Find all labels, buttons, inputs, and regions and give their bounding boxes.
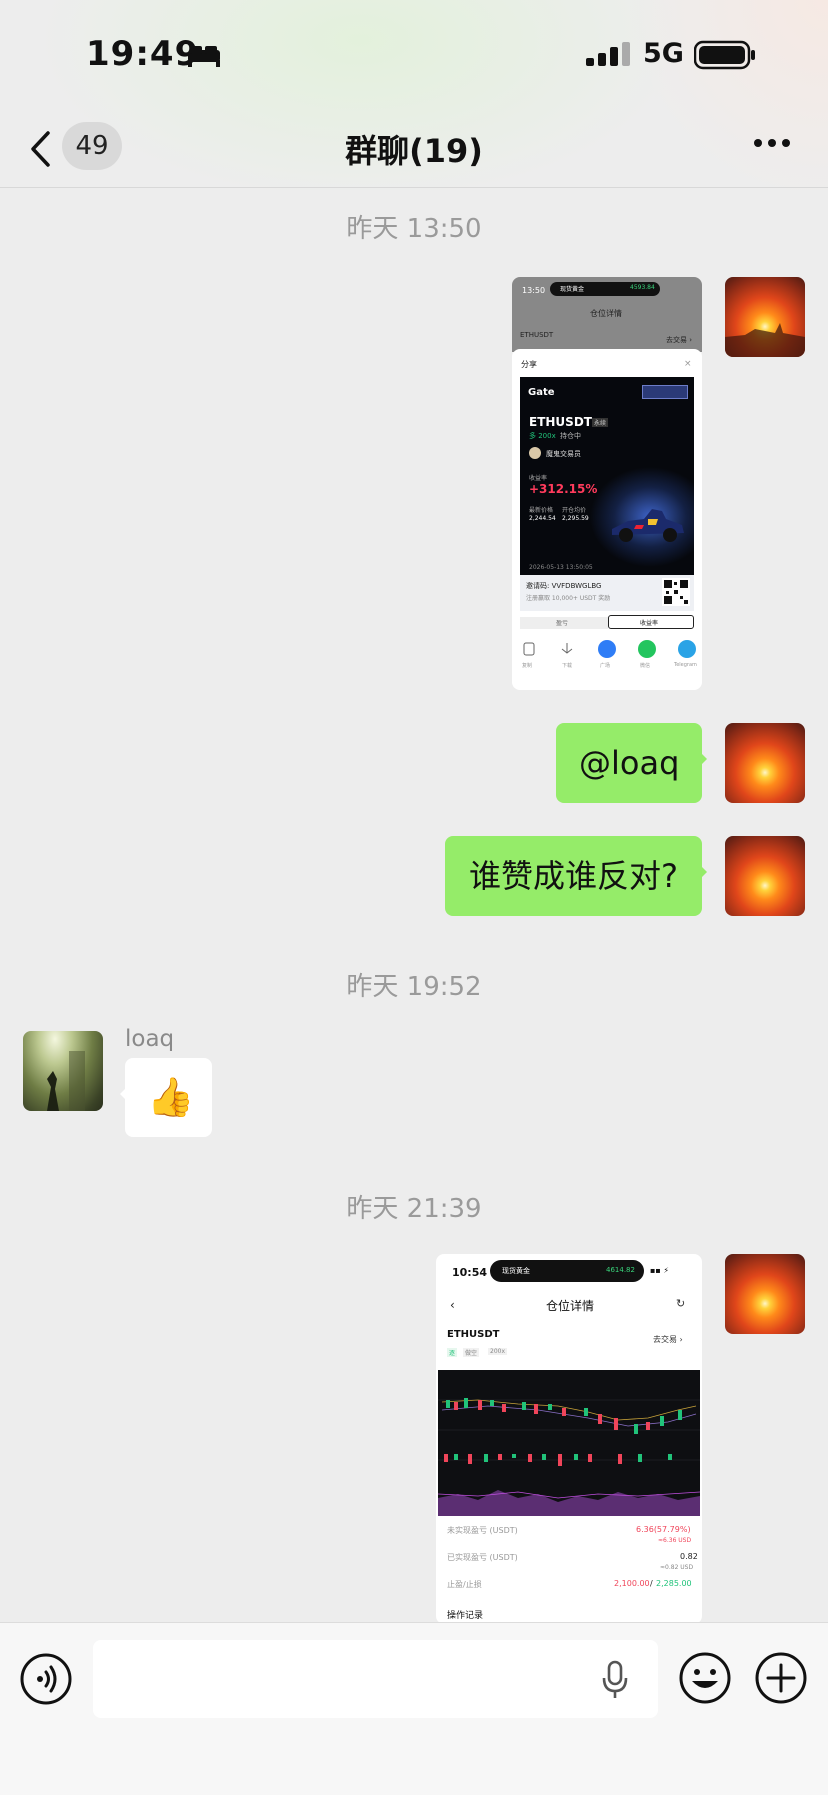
poster-latest: 2,244.54	[529, 515, 556, 522]
position-tag-side: 做空	[463, 1348, 480, 1357]
qr-code-icon	[662, 578, 690, 606]
chat-title: 群聊(19)	[345, 132, 483, 170]
shared-screenshot-image[interactable]: 13:50 现货黄金 4593.84 仓位详情 ETHUSDT 去交易 › 分享…	[512, 277, 702, 690]
status-time: 19:49	[86, 34, 200, 74]
status-bar: 19:49 5G	[0, 0, 828, 110]
tp-value: 2,100.00	[614, 1579, 650, 1588]
my-avatar[interactable]	[725, 723, 805, 803]
message-bubble-thumbs[interactable]: 👍	[120, 1058, 212, 1137]
operation-records: 操作记录	[447, 1611, 484, 1621]
poster-trader: 魔鬼交易员	[546, 450, 581, 458]
share-poster: Gate ETHUSDT 永续 多 200x 持仓中 魔鬼交易员 收益率 +31…	[520, 377, 694, 575]
position-screenshot-image[interactable]: 10:54 现货黄金 4614.82 ▪▪ ⚡ ‹ 仓位详情 ↻ ETHUSDT…	[436, 1254, 702, 1624]
invite-note: 注册赢取 10,000+ USDT 奖励	[526, 595, 611, 602]
poster-open: 2,295.59	[562, 515, 589, 522]
network-type: 5G	[643, 38, 684, 69]
chat-input-bar	[0, 1622, 828, 1795]
poster-roi-label: 收益率	[529, 475, 548, 482]
tab-roi: 收益率	[640, 620, 659, 627]
message-text: 谁赞成谁反对?	[469, 857, 678, 895]
action-telegram: Telegram	[674, 662, 697, 668]
position-tag-leverage: 200x	[488, 1348, 508, 1355]
avatar-silhouette-icon	[725, 323, 805, 357]
more-icon[interactable]	[752, 136, 792, 150]
battery-icon	[694, 40, 755, 70]
island-value: 4593.84	[630, 284, 655, 291]
island-label: 现货黄金	[560, 286, 585, 293]
timestamp: 昨天 13:50	[346, 214, 482, 244]
timestamp: 昨天 19:52	[346, 972, 482, 1002]
tpsl-label: 止盈/止损	[447, 1580, 482, 1589]
emoji-icon[interactable]	[678, 1651, 732, 1705]
poster-date: 2026-05-13 13:50:05	[529, 564, 593, 571]
sleep-focus-icon	[188, 46, 220, 67]
my-avatar[interactable]	[725, 277, 805, 357]
shot-time: 10:54	[452, 1266, 488, 1279]
cellular-signal-icon	[586, 42, 630, 66]
sl-value: 2,285.00	[656, 1579, 692, 1588]
share-close-icon: ×	[684, 359, 692, 369]
loaq-avatar[interactable]	[23, 1031, 103, 1111]
race-car-icon	[612, 509, 684, 542]
action-square: 广场	[600, 663, 611, 669]
island-value: 4614.82	[606, 1266, 635, 1274]
unrealized-usd: ≈6.36 USD	[658, 1537, 692, 1544]
shot-pair: ETHUSDT	[520, 331, 554, 339]
poster-pair-tag: 永续	[592, 418, 609, 427]
poster-holding: 持仓中	[560, 432, 581, 440]
plus-icon[interactable]	[754, 1651, 808, 1705]
poster-roi: +312.15%	[529, 482, 598, 496]
my-avatar[interactable]	[725, 1254, 805, 1334]
timestamp: 昨天 21:39	[346, 1194, 482, 1224]
poster-open-label: 开仓均价	[562, 507, 587, 514]
realized-usd: ≈0.82 USD	[660, 1564, 694, 1571]
message-bubble-question[interactable]: 谁赞成谁反对?	[445, 836, 707, 916]
position-pair: ETHUSDT	[447, 1329, 500, 1340]
share-title: 分享	[521, 360, 537, 369]
action-wechat: 微信	[640, 663, 651, 669]
message-input[interactable]	[93, 1640, 658, 1718]
shot-back-icon: ‹	[450, 1298, 455, 1312]
thumbs-up-icon: 👍	[147, 1075, 195, 1119]
tpsl-separator: /	[650, 1579, 653, 1588]
brand-logo: Gate	[528, 387, 555, 398]
tab-pnl: 盈亏	[556, 620, 569, 627]
poster-pair: ETHUSDT	[529, 415, 592, 429]
realized-value: 0.82	[680, 1552, 698, 1561]
shot-go-trade: 去交易 ›	[666, 336, 693, 344]
shot-header: 仓位详情	[590, 309, 622, 318]
sender-name: loaq	[125, 1026, 175, 1052]
refresh-icon: ↻	[676, 1297, 686, 1310]
my-avatar[interactable]	[725, 836, 805, 916]
message-text: @loaq	[579, 744, 680, 782]
status-icons: ▪▪ ⚡	[650, 1266, 670, 1275]
message-bubble-mention[interactable]: @loaq	[556, 723, 707, 803]
microphone-icon[interactable]	[601, 1660, 629, 1700]
share-actions-icons	[523, 640, 696, 658]
poster-leverage: 多 200x	[529, 432, 556, 440]
dynamic-island: 现货黄金 4614.82	[490, 1260, 644, 1282]
chat-nav-bar: 49 群聊(19)	[0, 110, 828, 188]
island-label: 现货黄金	[502, 1267, 530, 1275]
invite-code: 邀请码: VVFDBWGLBG	[526, 582, 602, 590]
unrealized-label: 未实现盈亏 (USDT)	[447, 1526, 518, 1535]
realized-label: 已实现盈亏 (USDT)	[447, 1553, 518, 1562]
action-download: 下载	[562, 663, 573, 669]
shot-time: 13:50	[522, 286, 546, 295]
shot-header: 仓位详情	[546, 1299, 595, 1313]
candlestick-chart-image	[438, 1370, 700, 1516]
voice-mode-icon[interactable]	[20, 1653, 72, 1705]
dynamic-island: 现货黄金 4593.84	[550, 282, 660, 296]
unrealized-value: 6.36(57.79%)	[636, 1525, 691, 1534]
position-tag-cross: 逐	[447, 1348, 458, 1357]
avatar-figure-icon	[47, 1051, 85, 1111]
action-copy: 复制	[522, 663, 533, 669]
poster-latest-label: 最新价格	[529, 507, 554, 514]
position-go-trade: 去交易 ›	[653, 1335, 683, 1344]
